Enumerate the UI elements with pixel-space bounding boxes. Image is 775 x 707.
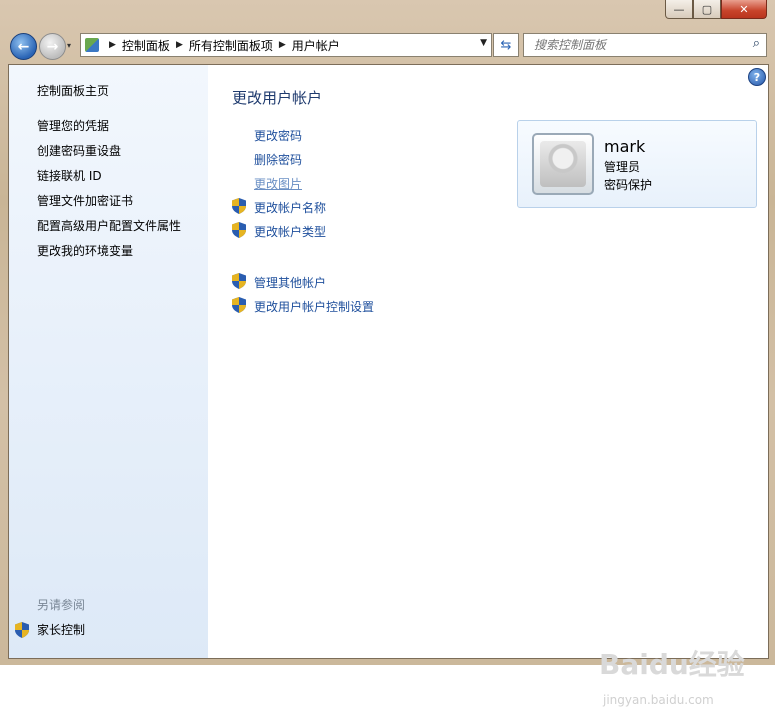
search-box[interactable]: ⌕ (523, 33, 767, 57)
back-arrow-icon: ← (17, 38, 30, 55)
refresh-button[interactable]: ⇆ (493, 33, 519, 57)
manage-other-accounts-label[interactable]: 管理其他帐户 (254, 274, 326, 291)
change-account-name-link[interactable]: 更改帐户名称 (232, 198, 372, 216)
baidu-watermark: Baidu经验 (599, 648, 745, 681)
uac-shield-icon (232, 297, 246, 313)
account-name: mark (604, 137, 646, 156)
breadcrumb-separator-icon[interactable]: ▶ (109, 40, 116, 50)
title-bar: — ▢ ✕ (0, 0, 775, 28)
sidebar-item-online-id[interactable]: 链接联机 ID (37, 167, 102, 184)
manage-other-accounts-link[interactable]: 管理其他帐户 (232, 273, 372, 291)
user-account-card: mark 管理员 密码保护 (517, 120, 757, 208)
parental-controls-label[interactable]: 家长控制 (37, 621, 85, 638)
sidebar-item-profile-properties[interactable]: 配置高级用户配置文件属性 (37, 217, 181, 234)
change-picture-link[interactable]: 更改图片 (254, 175, 302, 192)
sidebar-item-home[interactable]: 控制面板主页 (37, 82, 109, 99)
help-icon[interactable]: ? (748, 68, 766, 86)
page-title: 更改用户帐户 (232, 89, 323, 107)
uac-shield-icon (15, 621, 29, 638)
control-panel-window: — ▢ ✕ ← → ▾ ▶ 控制面板 ▶ 所有控制面板项 ▶ 用户帐户 ▼ ⇆ … (0, 0, 775, 707)
content-area: 控制面板主页 管理您的凭据 创建密码重设盘 链接联机 ID 管理文件加密证书 配… (8, 64, 769, 707)
navigation-bar: ← → ▾ ▶ 控制面板 ▶ 所有控制面板项 ▶ 用户帐户 ▼ ⇆ ⌕ (0, 28, 775, 64)
change-password-link[interactable]: 更改密码 (254, 127, 302, 144)
refresh-icon: ⇆ (500, 37, 512, 53)
change-account-name-label[interactable]: 更改帐户名称 (254, 199, 326, 216)
sidebar: 控制面板主页 管理您的凭据 创建密码重设盘 链接联机 ID 管理文件加密证书 配… (9, 65, 208, 658)
address-bar[interactable]: ▶ 控制面板 ▶ 所有控制面板项 ▶ 用户帐户 ▼ (80, 33, 492, 57)
recent-pages-dropdown[interactable]: ▾ (67, 41, 71, 50)
uac-shield-icon (232, 198, 246, 214)
account-protection: 密码保护 (604, 178, 653, 192)
breadcrumb-user-accounts[interactable]: 用户帐户 (292, 37, 340, 54)
parental-controls-link[interactable]: 家长控制 (15, 621, 85, 638)
change-account-type-label[interactable]: 更改帐户类型 (254, 223, 326, 240)
remove-password-link[interactable]: 删除密码 (254, 151, 302, 168)
maximize-button[interactable]: ▢ (693, 0, 721, 19)
back-button[interactable]: ← (10, 33, 37, 60)
uac-shield-icon (232, 222, 246, 238)
caption-buttons: — ▢ ✕ (665, 0, 767, 19)
forward-button[interactable]: → (39, 33, 66, 60)
control-panel-icon (85, 38, 99, 52)
change-account-type-link[interactable]: 更改帐户类型 (232, 222, 372, 240)
close-button[interactable]: ✕ (721, 0, 767, 19)
baidu-watermark-url: jingyan.baidu.com (603, 693, 714, 707)
account-role: 管理员 (604, 160, 641, 174)
breadcrumb-all-items[interactable]: 所有控制面板项 (189, 37, 273, 54)
sidebar-item-environment-variables[interactable]: 更改我的环境变量 (37, 242, 133, 259)
breadcrumb-control-panel[interactable]: 控制面板 (122, 37, 170, 54)
search-input[interactable] (532, 37, 736, 53)
search-icon[interactable]: ⌕ (753, 36, 760, 51)
sidebar-item-encryption-certs[interactable]: 管理文件加密证书 (37, 192, 133, 209)
see-also-heading: 另请参阅 (37, 598, 86, 612)
sidebar-item-credentials[interactable]: 管理您的凭据 (37, 117, 109, 134)
sidebar-item-reset-disk[interactable]: 创建密码重设盘 (37, 142, 121, 159)
breadcrumb-separator-icon[interactable]: ▶ (176, 40, 183, 50)
avatar (532, 133, 594, 195)
user-picture-icon (540, 141, 586, 187)
forward-arrow-icon: → (46, 38, 59, 55)
breadcrumb-separator-icon[interactable]: ▶ (279, 40, 286, 50)
minimize-button[interactable]: — (665, 0, 693, 19)
uac-settings-label[interactable]: 更改用户帐户控制设置 (254, 298, 374, 315)
uac-settings-link[interactable]: 更改用户帐户控制设置 (232, 297, 412, 315)
address-dropdown-icon[interactable]: ▼ (480, 38, 487, 48)
uac-shield-icon (232, 273, 246, 289)
